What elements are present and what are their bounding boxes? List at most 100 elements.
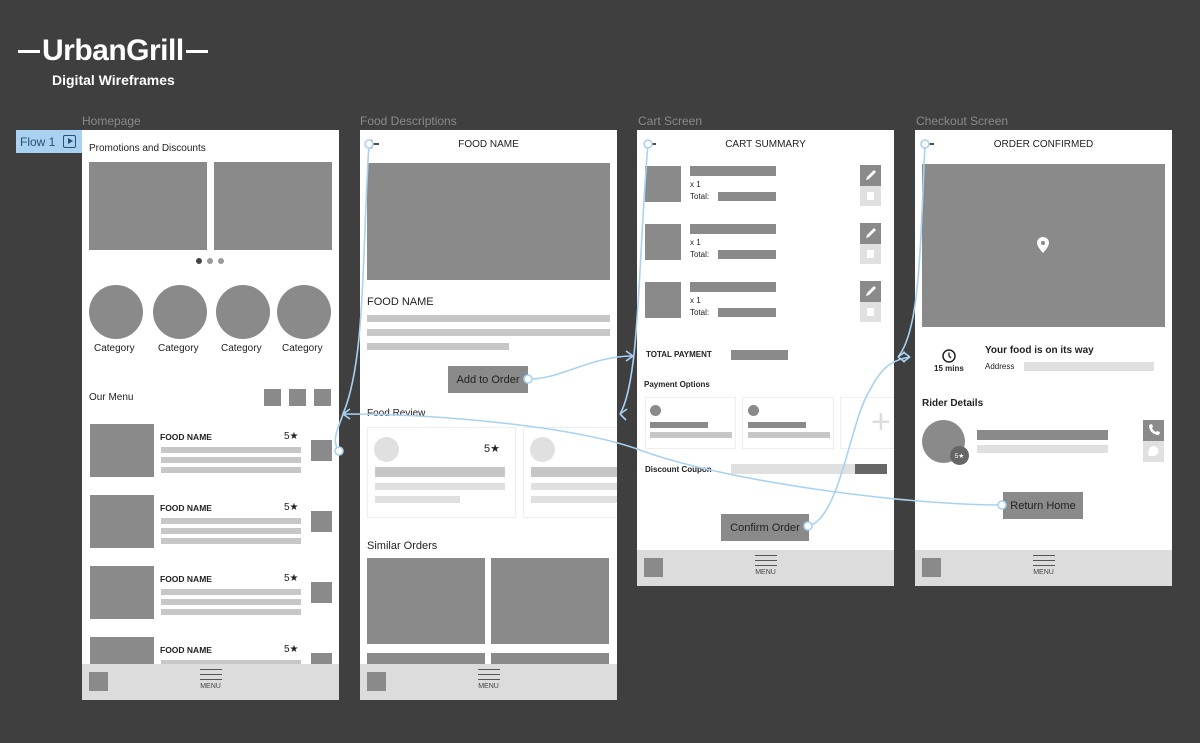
payment-option-name bbox=[650, 422, 708, 428]
carousel-dot[interactable] bbox=[207, 258, 213, 264]
review-line bbox=[375, 496, 460, 503]
nav-menu-button[interactable]: MENU bbox=[474, 669, 504, 690]
similar-orders-title: Similar Orders bbox=[367, 540, 438, 552]
menu-item[interactable]: FOOD NAME 5★ bbox=[82, 491, 339, 559]
carousel-dot-active[interactable] bbox=[196, 258, 202, 264]
food-rating: 5★ bbox=[284, 573, 299, 584]
reviewer-avatar bbox=[374, 437, 399, 462]
food-hero-image bbox=[367, 163, 610, 280]
category-image[interactable] bbox=[153, 285, 207, 339]
edit-item-button[interactable] bbox=[860, 165, 881, 186]
checkout-screen: ORDER CONFIRMED 15 mins Your food is on … bbox=[915, 130, 1172, 586]
play-flow-icon[interactable] bbox=[63, 135, 77, 148]
map-view[interactable] bbox=[922, 164, 1165, 327]
desc-line bbox=[161, 467, 301, 473]
review-title-line bbox=[531, 467, 617, 477]
payment-option-card[interactable] bbox=[742, 397, 834, 449]
flow-start-tag[interactable]: Flow 1 bbox=[16, 130, 82, 153]
cart-item-name bbox=[690, 282, 776, 292]
message-rider-button[interactable] bbox=[1143, 441, 1164, 462]
add-to-order-button[interactable]: Add to Order bbox=[448, 366, 528, 393]
flow-arrow-cart-back bbox=[619, 408, 628, 421]
rider-rating-badge: 5★ bbox=[950, 446, 969, 465]
apply-coupon-button[interactable] bbox=[855, 464, 887, 474]
add-item-button[interactable] bbox=[311, 511, 332, 532]
edit-item-button[interactable] bbox=[860, 223, 881, 244]
chat-bubble-icon bbox=[1148, 446, 1159, 456]
menu-item[interactable]: FOOD NAME 5★ bbox=[82, 420, 339, 488]
menu-item[interactable]: FOOD NAME 5★ bbox=[82, 562, 339, 630]
bottom-nav: MENU bbox=[82, 664, 339, 700]
total-payment-label: TOTAL PAYMENT bbox=[646, 350, 712, 359]
return-home-button[interactable]: Return Home bbox=[1003, 492, 1083, 519]
review-title-line bbox=[375, 467, 505, 477]
promotions-title: Promotions and Discounts bbox=[89, 143, 206, 154]
edit-item-button[interactable] bbox=[860, 281, 881, 302]
nav-home-button[interactable] bbox=[367, 672, 386, 691]
nav-menu-button[interactable]: MENU bbox=[196, 669, 226, 690]
carousel-dot[interactable] bbox=[218, 258, 224, 264]
similar-order-image[interactable] bbox=[491, 558, 609, 644]
delete-item-button[interactable] bbox=[860, 244, 881, 264]
nav-home-button[interactable] bbox=[644, 558, 663, 577]
similar-order-image[interactable] bbox=[367, 558, 485, 644]
call-rider-button[interactable] bbox=[1143, 420, 1164, 441]
brand-logo: UrbanGrill bbox=[16, 34, 216, 68]
delete-icon bbox=[867, 308, 874, 316]
delete-item-button[interactable] bbox=[860, 302, 881, 322]
nav-menu-button[interactable]: MENU bbox=[1029, 555, 1059, 576]
food-name: FOOD NAME bbox=[160, 645, 212, 655]
payment-option-radio bbox=[748, 405, 759, 416]
brand-subtitle: Digital Wireframes bbox=[52, 72, 175, 88]
category-image[interactable] bbox=[216, 285, 270, 339]
category-label: Category bbox=[282, 343, 323, 354]
nav-home-button[interactable] bbox=[922, 558, 941, 577]
add-item-button[interactable] bbox=[311, 440, 332, 461]
category-label: Category bbox=[94, 343, 135, 354]
total-payment-value bbox=[731, 350, 788, 360]
delete-item-button[interactable] bbox=[860, 186, 881, 206]
coupon-input[interactable] bbox=[731, 464, 855, 474]
cart-item-image bbox=[645, 166, 681, 202]
add-item-button[interactable] bbox=[311, 582, 332, 603]
desc-line bbox=[161, 457, 301, 463]
menu-filter-button[interactable] bbox=[289, 389, 306, 406]
category-image[interactable] bbox=[277, 285, 331, 339]
category-label: Category bbox=[158, 343, 199, 354]
nav-home-button[interactable] bbox=[89, 672, 108, 691]
frame-label-homepage: Homepage bbox=[82, 114, 141, 128]
flow-arrow-confirm-to-checkout bbox=[902, 351, 911, 363]
nav-menu-label: MENU bbox=[1033, 569, 1054, 576]
confirm-order-button[interactable]: Confirm Order bbox=[721, 514, 809, 541]
rider-name bbox=[977, 430, 1108, 440]
cart-item-total-label: Total: bbox=[690, 192, 710, 201]
menu-filter-button[interactable] bbox=[264, 389, 281, 406]
food-rating: 5★ bbox=[284, 644, 299, 655]
delete-icon bbox=[867, 250, 874, 258]
payment-option-radio bbox=[650, 405, 661, 416]
payment-option-card[interactable] bbox=[645, 397, 736, 449]
food-name: FOOD NAME bbox=[160, 432, 212, 442]
reviewer-avatar bbox=[530, 437, 555, 462]
clock-icon bbox=[942, 349, 956, 363]
nav-menu-button[interactable]: MENU bbox=[751, 555, 781, 576]
flow-arrow-home-to-food bbox=[342, 408, 351, 420]
order-status-text: Your food is on its way bbox=[985, 345, 1094, 356]
rider-details-title: Rider Details bbox=[922, 398, 984, 409]
add-payment-option-card[interactable]: + bbox=[840, 397, 894, 449]
promo-banner-1[interactable] bbox=[89, 162, 207, 250]
category-image[interactable] bbox=[89, 285, 143, 339]
review-line bbox=[531, 483, 617, 490]
promo-banner-2[interactable] bbox=[214, 162, 332, 250]
cart-item-total-label: Total: bbox=[690, 308, 710, 317]
desc-line bbox=[367, 315, 610, 322]
desc-line bbox=[161, 528, 301, 534]
cart-item-qty: x 1 bbox=[690, 180, 701, 189]
cart-item-qty: x 1 bbox=[690, 238, 701, 247]
menu-filter-button[interactable] bbox=[314, 389, 331, 406]
food-thumbnail bbox=[90, 424, 154, 477]
food-rating: 5★ bbox=[284, 502, 299, 513]
desc-line bbox=[161, 447, 301, 453]
desc-line bbox=[161, 518, 301, 524]
cart-item-total-label: Total: bbox=[690, 250, 710, 259]
